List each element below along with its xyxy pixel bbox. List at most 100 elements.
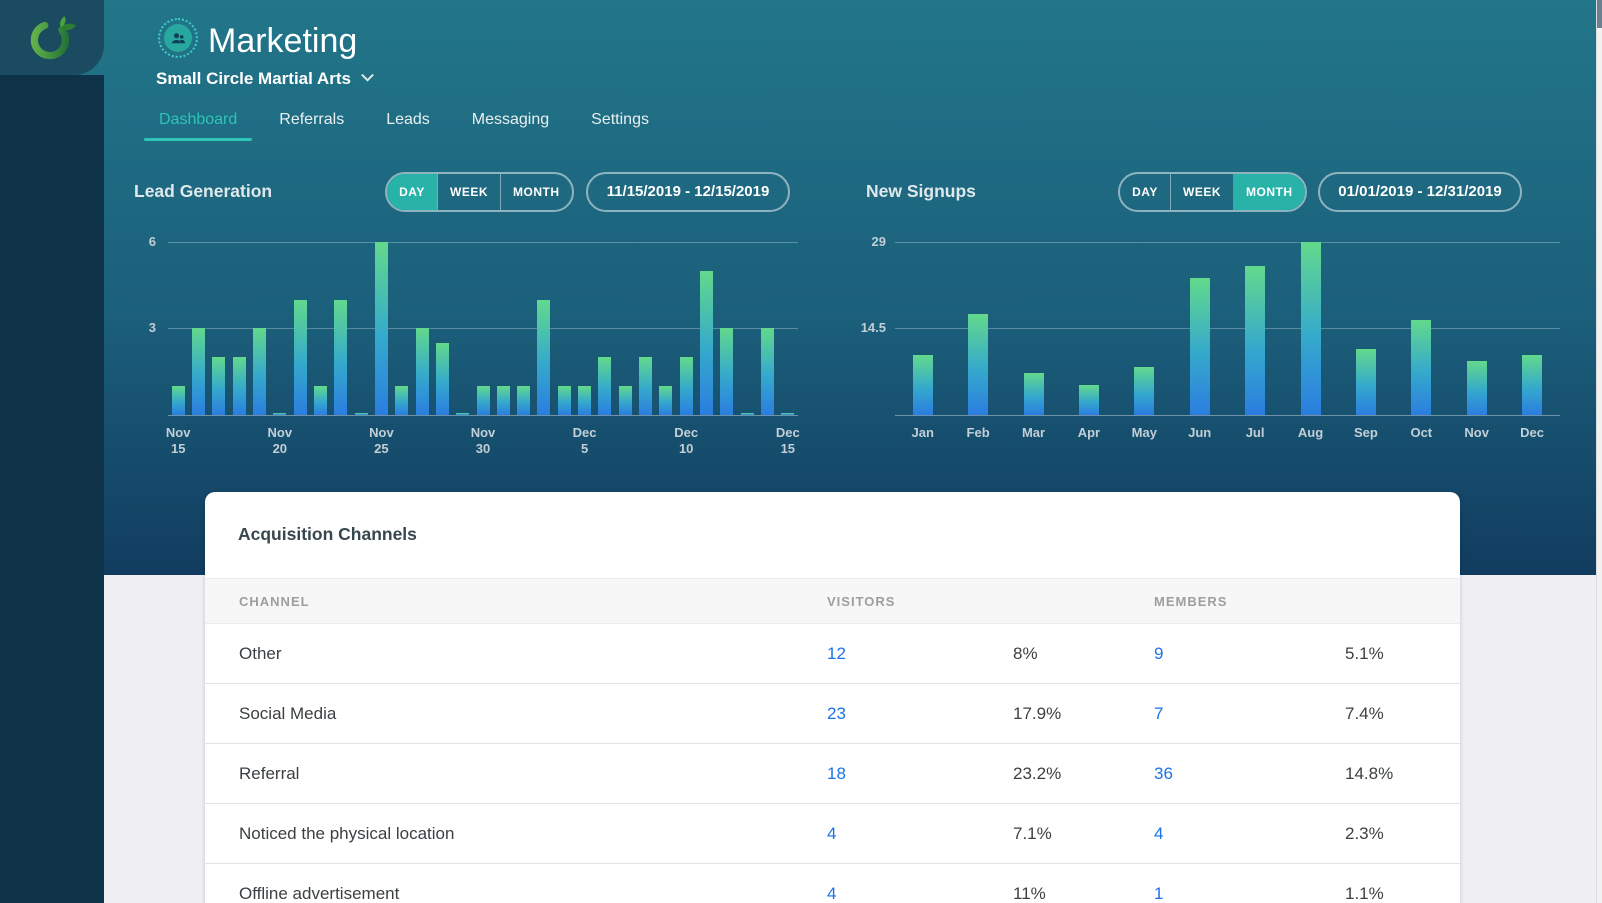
organization-selector[interactable]: Small Circle Martial Arts: [156, 69, 372, 89]
bar: [355, 413, 368, 415]
lead-toggle-week[interactable]: WEEK: [437, 174, 500, 210]
members-count: 1: [1154, 864, 1163, 903]
signups-toggle-week[interactable]: WEEK: [1170, 174, 1233, 210]
bar: [639, 357, 652, 415]
x-axis-label: Aug: [1279, 425, 1343, 441]
tab-dashboard[interactable]: Dashboard: [138, 101, 258, 141]
table-row: Offline advertisement411%11.1%: [205, 864, 1460, 903]
members-count: 9: [1154, 624, 1163, 683]
new-signups-chart: JanFebMarAprMayJunJulAugSepOctNovDec: [895, 242, 1560, 415]
visitors-count: 23: [827, 684, 846, 743]
visitors-percent: 8%: [1013, 624, 1038, 683]
bar: [1190, 278, 1210, 415]
x-axis-label: Mar: [1002, 425, 1066, 441]
tab-leads[interactable]: Leads: [365, 101, 451, 141]
members-percent: 2.3%: [1345, 804, 1384, 863]
people-icon: [164, 24, 192, 52]
visitors-percent: 17.9%: [1013, 684, 1061, 743]
x-axis-line: [895, 415, 1560, 416]
signups-toggle-month[interactable]: MONTH: [1233, 174, 1305, 210]
bar: [517, 386, 530, 415]
visitors-count-link[interactable]: 4: [827, 884, 836, 903]
channel-name: Social Media: [239, 684, 336, 743]
gridline: [895, 328, 1560, 329]
bar: [1079, 385, 1099, 415]
visitors-percent: 11%: [1013, 864, 1046, 903]
bar: [1356, 349, 1376, 415]
tab-referrals[interactable]: Referrals: [258, 101, 365, 141]
bar: [1245, 266, 1265, 415]
lead-interval-toggle: DAY WEEK MONTH: [385, 172, 574, 212]
section-tabs: Dashboard Referrals Leads Messaging Sett…: [138, 101, 670, 141]
x-axis-label: Jan: [891, 425, 955, 441]
tab-settings[interactable]: Settings: [570, 101, 670, 141]
signups-date-range-button[interactable]: 01/01/2019 - 12/31/2019: [1318, 172, 1522, 212]
bar: [497, 386, 510, 415]
members-count-link[interactable]: 9: [1154, 644, 1163, 663]
app-logo[interactable]: [0, 0, 104, 75]
leaf-circle-logo-icon: [23, 9, 81, 67]
bar: [598, 357, 611, 415]
marketing-dashboard: Marketing Small Circle Martial Arts Dash…: [0, 0, 1602, 903]
column-header-members: MEMBERS: [1154, 579, 1227, 624]
channel-name: Referral: [239, 744, 299, 803]
bar: [700, 271, 713, 415]
visitors-percent: 7.1%: [1013, 804, 1052, 863]
column-header-visitors: VISITORS: [827, 579, 895, 624]
table-row: Noticed the physical location47.1%42.3%: [205, 804, 1460, 864]
visitors-count-link[interactable]: 23: [827, 704, 846, 723]
organization-name: Small Circle Martial Arts: [156, 69, 351, 88]
bar: [273, 413, 286, 415]
acquisition-channels-title: Acquisition Channels: [238, 524, 417, 545]
chevron-down-icon: [361, 69, 374, 82]
members-percent: 7.4%: [1345, 684, 1384, 743]
scrollbar-thumb[interactable]: [1597, 0, 1602, 28]
lead-toggle-day[interactable]: DAY: [387, 174, 437, 210]
visitors-count-link[interactable]: 12: [827, 644, 846, 663]
x-axis-label: Dec: [1500, 425, 1564, 441]
tab-messaging[interactable]: Messaging: [451, 101, 570, 141]
visitors-count-link[interactable]: 4: [827, 824, 836, 843]
x-axis-label: Jun: [1168, 425, 1232, 441]
bar: [233, 357, 246, 415]
gridline: [895, 242, 1560, 243]
bar: [192, 328, 205, 415]
x-axis-label: Oct: [1389, 425, 1453, 441]
bar: [720, 328, 733, 415]
bar: [1411, 320, 1431, 415]
bar: [578, 386, 591, 415]
x-axis-label: May: [1112, 425, 1176, 441]
bar: [172, 386, 185, 415]
visitors-count: 18: [827, 744, 846, 803]
bar: [375, 242, 388, 415]
x-axis-label: Dec10: [654, 425, 718, 457]
members-count: 36: [1154, 744, 1173, 803]
visitors-count: 12: [827, 624, 846, 683]
bar: [436, 343, 449, 415]
signups-y-tick-29: 29: [846, 234, 886, 249]
x-axis-label: Nov25: [349, 425, 413, 457]
page-scrollbar[interactable]: [1596, 0, 1602, 903]
members-count-link[interactable]: 1: [1154, 884, 1163, 903]
members-count: 7: [1154, 684, 1163, 743]
x-axis-label: Dec15: [756, 425, 820, 457]
x-axis-label: Feb: [946, 425, 1010, 441]
members-count-link[interactable]: 7: [1154, 704, 1163, 723]
signups-toggle-day[interactable]: DAY: [1120, 174, 1170, 210]
x-axis-line: [168, 415, 798, 416]
marketing-section-icon: [158, 18, 198, 58]
bar: [537, 300, 550, 415]
members-count-link[interactable]: 4: [1154, 824, 1163, 843]
members-count: 4: [1154, 804, 1163, 863]
x-axis-label: Nov: [1445, 425, 1509, 441]
gridline: [168, 242, 798, 243]
signups-interval-toggle: DAY WEEK MONTH: [1118, 172, 1307, 212]
members-count-link[interactable]: 36: [1154, 764, 1173, 783]
lead-toggle-month[interactable]: MONTH: [500, 174, 572, 210]
visitors-count-link[interactable]: 18: [827, 764, 846, 783]
bar: [314, 386, 327, 415]
bar: [253, 328, 266, 415]
lead-generation-title: Lead Generation: [134, 181, 272, 202]
lead-date-range-button[interactable]: 11/15/2019 - 12/15/2019: [586, 172, 790, 212]
channel-name: Offline advertisement: [239, 864, 399, 903]
